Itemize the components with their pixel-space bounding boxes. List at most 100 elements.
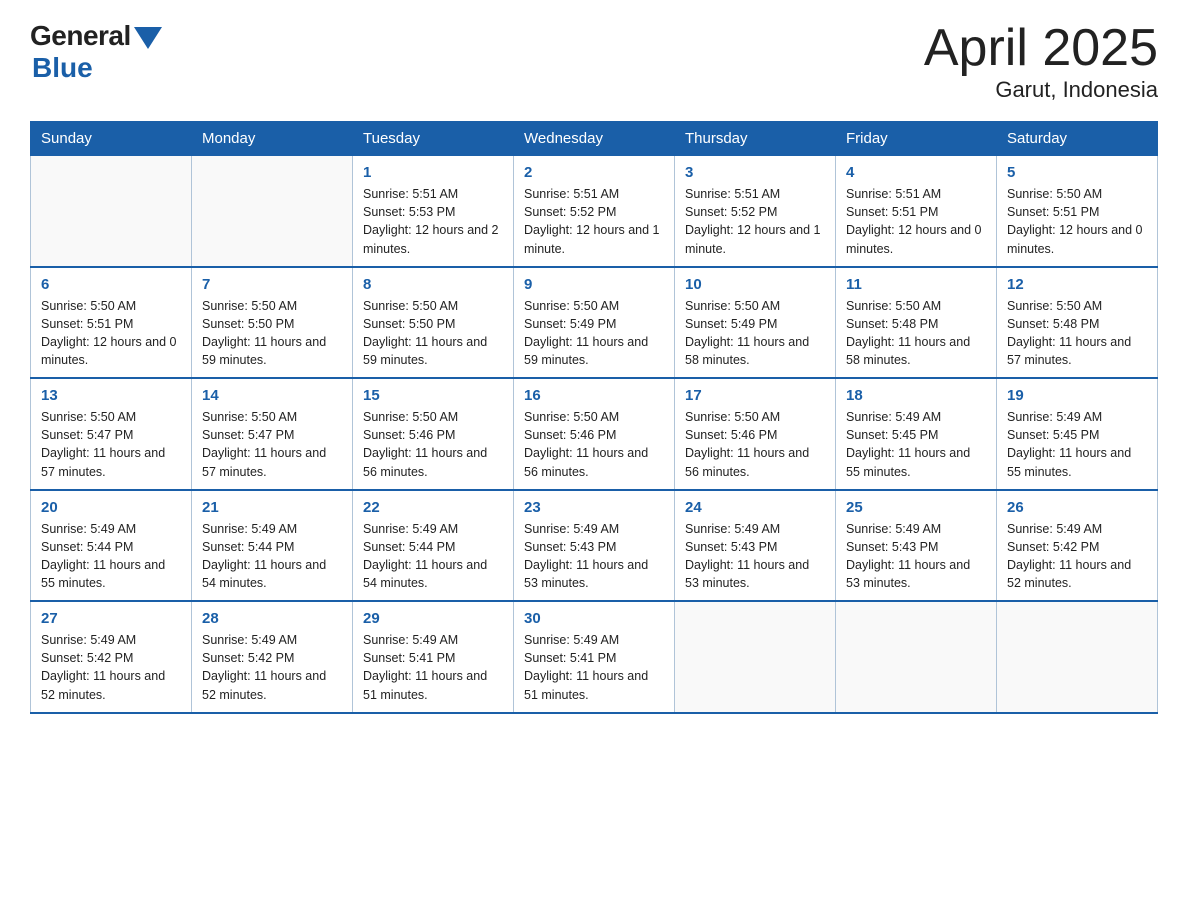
calendar-cell: 28 Sunrise: 5:49 AM Sunset: 5:42 PM Dayli… bbox=[192, 601, 353, 713]
day-info: Sunrise: 5:51 AM Sunset: 5:51 PM Dayligh… bbox=[846, 185, 986, 258]
calendar-cell: 20 Sunrise: 5:49 AM Sunset: 5:44 PM Dayli… bbox=[31, 490, 192, 602]
calendar-cell: 13 Sunrise: 5:50 AM Sunset: 5:47 PM Dayli… bbox=[31, 378, 192, 490]
calendar-cell: 30 Sunrise: 5:49 AM Sunset: 5:41 PM Dayli… bbox=[514, 601, 675, 713]
day-info: Sunrise: 5:49 AM Sunset: 5:44 PM Dayligh… bbox=[202, 520, 342, 593]
day-info: Sunrise: 5:50 AM Sunset: 5:47 PM Dayligh… bbox=[202, 408, 342, 481]
day-info: Sunrise: 5:50 AM Sunset: 5:48 PM Dayligh… bbox=[846, 297, 986, 370]
day-info: Sunrise: 5:50 AM Sunset: 5:46 PM Dayligh… bbox=[524, 408, 664, 481]
day-number: 30 bbox=[524, 610, 664, 627]
day-info: Sunrise: 5:49 AM Sunset: 5:44 PM Dayligh… bbox=[363, 520, 503, 593]
day-number: 14 bbox=[202, 387, 342, 404]
day-info: Sunrise: 5:50 AM Sunset: 5:50 PM Dayligh… bbox=[202, 297, 342, 370]
header-tuesday: Tuesday bbox=[353, 122, 514, 156]
day-number: 10 bbox=[685, 276, 825, 293]
logo-blue-text: Blue bbox=[32, 52, 93, 84]
calendar-header-row: SundayMondayTuesdayWednesdayThursdayFrid… bbox=[31, 122, 1158, 156]
calendar-cell: 17Sunrise: 5:50 AM Sunset: 5:46 PM Dayli… bbox=[675, 378, 836, 490]
calendar-cell: 12 Sunrise: 5:50 AM Sunset: 5:48 PM Dayli… bbox=[997, 267, 1158, 379]
day-info: Sunrise: 5:50 AM Sunset: 5:48 PM Dayligh… bbox=[1007, 297, 1147, 370]
day-info: Sunrise: 5:49 AM Sunset: 5:44 PM Dayligh… bbox=[41, 520, 181, 593]
day-number: 9 bbox=[524, 276, 664, 293]
logo: General Blue bbox=[30, 20, 162, 84]
calendar-cell: 4Sunrise: 5:51 AM Sunset: 5:51 PM Daylig… bbox=[836, 156, 997, 267]
calendar-cell: 19 Sunrise: 5:49 AM Sunset: 5:45 PM Dayli… bbox=[997, 378, 1158, 490]
header-sunday: Sunday bbox=[31, 122, 192, 156]
day-number: 17 bbox=[685, 387, 825, 404]
day-info: Sunrise: 5:49 AM Sunset: 5:45 PM Dayligh… bbox=[1007, 408, 1147, 481]
calendar-cell: 18 Sunrise: 5:49 AM Sunset: 5:45 PM Dayli… bbox=[836, 378, 997, 490]
day-number: 18 bbox=[846, 387, 986, 404]
day-info: Sunrise: 5:51 AM Sunset: 5:53 PM Dayligh… bbox=[363, 185, 503, 258]
day-number: 11 bbox=[846, 276, 986, 293]
calendar-title: April 2025 bbox=[924, 20, 1158, 77]
day-number: 24 bbox=[685, 499, 825, 516]
day-info: Sunrise: 5:50 AM Sunset: 5:46 PM Dayligh… bbox=[363, 408, 503, 481]
day-number: 27 bbox=[41, 610, 181, 627]
header-thursday: Thursday bbox=[675, 122, 836, 156]
header-wednesday: Wednesday bbox=[514, 122, 675, 156]
day-info: Sunrise: 5:50 AM Sunset: 5:49 PM Dayligh… bbox=[685, 297, 825, 370]
calendar-cell bbox=[675, 601, 836, 713]
day-info: Sunrise: 5:49 AM Sunset: 5:43 PM Dayligh… bbox=[846, 520, 986, 593]
day-number: 29 bbox=[363, 610, 503, 627]
day-info: Sunrise: 5:49 AM Sunset: 5:41 PM Dayligh… bbox=[363, 631, 503, 704]
calendar-week-4: 20 Sunrise: 5:49 AM Sunset: 5:44 PM Dayli… bbox=[31, 490, 1158, 602]
calendar-subtitle: Garut, Indonesia bbox=[924, 77, 1158, 103]
calendar-cell: 10 Sunrise: 5:50 AM Sunset: 5:49 PM Dayli… bbox=[675, 267, 836, 379]
day-number: 12 bbox=[1007, 276, 1147, 293]
calendar-cell: 7 Sunrise: 5:50 AM Sunset: 5:50 PM Daylig… bbox=[192, 267, 353, 379]
day-number: 6 bbox=[41, 276, 181, 293]
day-info: Sunrise: 5:49 AM Sunset: 5:43 PM Dayligh… bbox=[524, 520, 664, 593]
day-info: Sunrise: 5:49 AM Sunset: 5:41 PM Dayligh… bbox=[524, 631, 664, 704]
day-number: 3 bbox=[685, 164, 825, 181]
calendar-cell: 29 Sunrise: 5:49 AM Sunset: 5:41 PM Dayli… bbox=[353, 601, 514, 713]
calendar-cell: 1Sunrise: 5:51 AM Sunset: 5:53 PM Daylig… bbox=[353, 156, 514, 267]
day-info: Sunrise: 5:50 AM Sunset: 5:51 PM Dayligh… bbox=[1007, 185, 1147, 258]
day-number: 25 bbox=[846, 499, 986, 516]
day-info: Sunrise: 5:49 AM Sunset: 5:42 PM Dayligh… bbox=[202, 631, 342, 704]
day-number: 15 bbox=[363, 387, 503, 404]
calendar-cell: 25 Sunrise: 5:49 AM Sunset: 5:43 PM Dayli… bbox=[836, 490, 997, 602]
logo-general-text: General bbox=[30, 20, 131, 52]
day-info: Sunrise: 5:50 AM Sunset: 5:47 PM Dayligh… bbox=[41, 408, 181, 481]
day-info: Sunrise: 5:51 AM Sunset: 5:52 PM Dayligh… bbox=[685, 185, 825, 258]
page-header: General Blue April 2025 Garut, Indonesia bbox=[30, 20, 1158, 103]
calendar-cell: 23 Sunrise: 5:49 AM Sunset: 5:43 PM Dayli… bbox=[514, 490, 675, 602]
day-info: Sunrise: 5:50 AM Sunset: 5:51 PM Dayligh… bbox=[41, 297, 181, 370]
calendar-cell: 8 Sunrise: 5:50 AM Sunset: 5:50 PM Daylig… bbox=[353, 267, 514, 379]
day-number: 21 bbox=[202, 499, 342, 516]
calendar-cell: 21 Sunrise: 5:49 AM Sunset: 5:44 PM Dayli… bbox=[192, 490, 353, 602]
day-number: 28 bbox=[202, 610, 342, 627]
day-number: 26 bbox=[1007, 499, 1147, 516]
calendar-cell: 2Sunrise: 5:51 AM Sunset: 5:52 PM Daylig… bbox=[514, 156, 675, 267]
calendar-cell: 9 Sunrise: 5:50 AM Sunset: 5:49 PM Daylig… bbox=[514, 267, 675, 379]
header-monday: Monday bbox=[192, 122, 353, 156]
day-info: Sunrise: 5:50 AM Sunset: 5:49 PM Dayligh… bbox=[524, 297, 664, 370]
calendar-cell: 3 Sunrise: 5:51 AM Sunset: 5:52 PM Daylig… bbox=[675, 156, 836, 267]
calendar-week-3: 13 Sunrise: 5:50 AM Sunset: 5:47 PM Dayli… bbox=[31, 378, 1158, 490]
calendar-cell: 16 Sunrise: 5:50 AM Sunset: 5:46 PM Dayli… bbox=[514, 378, 675, 490]
calendar-cell: 26 Sunrise: 5:49 AM Sunset: 5:42 PM Dayli… bbox=[997, 490, 1158, 602]
day-number: 23 bbox=[524, 499, 664, 516]
day-number: 8 bbox=[363, 276, 503, 293]
day-info: Sunrise: 5:51 AM Sunset: 5:52 PM Dayligh… bbox=[524, 185, 664, 258]
day-number: 13 bbox=[41, 387, 181, 404]
title-block: April 2025 Garut, Indonesia bbox=[924, 20, 1158, 103]
day-number: 16 bbox=[524, 387, 664, 404]
calendar-cell: 27Sunrise: 5:49 AM Sunset: 5:42 PM Dayli… bbox=[31, 601, 192, 713]
day-info: Sunrise: 5:49 AM Sunset: 5:45 PM Dayligh… bbox=[846, 408, 986, 481]
calendar-cell bbox=[192, 156, 353, 267]
calendar-cell: 5Sunrise: 5:50 AM Sunset: 5:51 PM Daylig… bbox=[997, 156, 1158, 267]
header-saturday: Saturday bbox=[997, 122, 1158, 156]
day-number: 20 bbox=[41, 499, 181, 516]
calendar-table: SundayMondayTuesdayWednesdayThursdayFrid… bbox=[30, 121, 1158, 714]
day-info: Sunrise: 5:49 AM Sunset: 5:42 PM Dayligh… bbox=[1007, 520, 1147, 593]
logo-triangle-icon bbox=[134, 27, 162, 49]
calendar-week-2: 6 Sunrise: 5:50 AM Sunset: 5:51 PM Daylig… bbox=[31, 267, 1158, 379]
calendar-cell bbox=[31, 156, 192, 267]
calendar-cell: 6 Sunrise: 5:50 AM Sunset: 5:51 PM Daylig… bbox=[31, 267, 192, 379]
day-number: 19 bbox=[1007, 387, 1147, 404]
day-number: 7 bbox=[202, 276, 342, 293]
day-info: Sunrise: 5:50 AM Sunset: 5:50 PM Dayligh… bbox=[363, 297, 503, 370]
calendar-cell: 24Sunrise: 5:49 AM Sunset: 5:43 PM Dayli… bbox=[675, 490, 836, 602]
